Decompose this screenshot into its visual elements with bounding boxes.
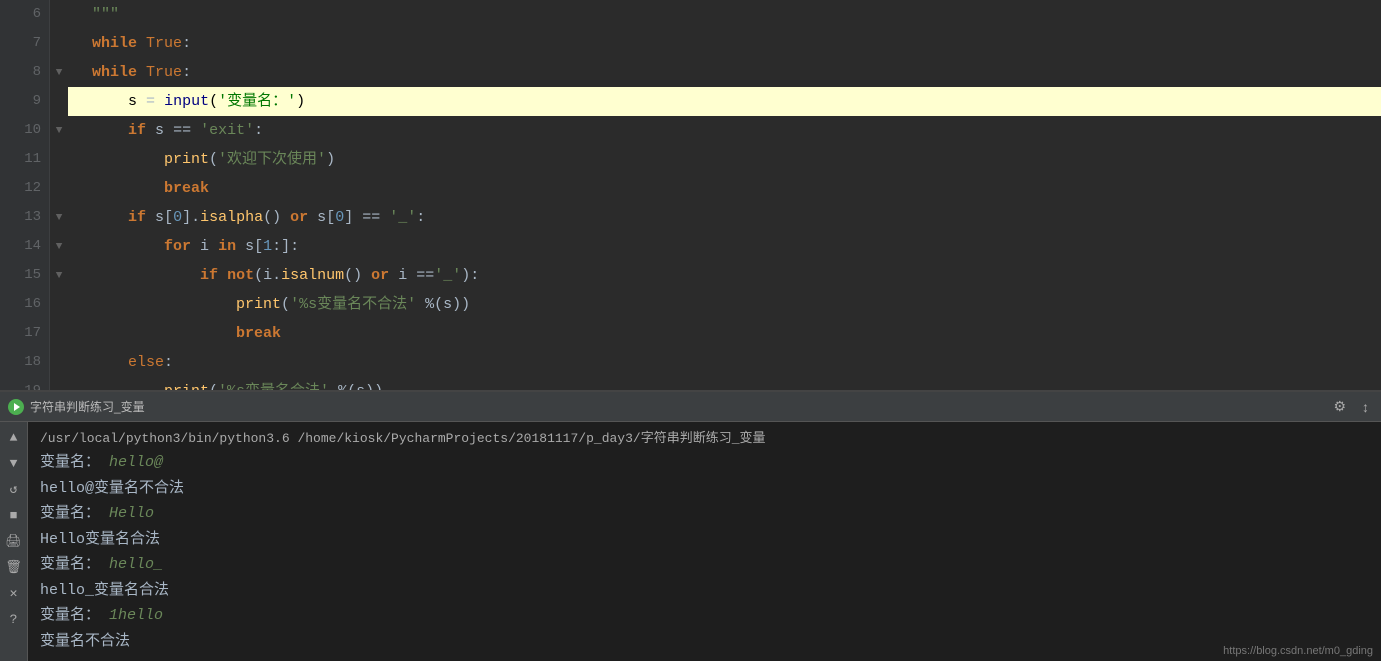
fold-gutter: ▼ bbox=[50, 261, 68, 290]
run-title: 字符串判断练习_变量 bbox=[30, 398, 145, 415]
line-number: 14 bbox=[0, 232, 50, 261]
code-line: 10▼ if s == 'exit': bbox=[0, 116, 1381, 145]
run-tab[interactable]: 字符串判断练习_变量 bbox=[8, 398, 145, 415]
stop-button[interactable]: ■ bbox=[3, 504, 25, 526]
line-content: print('%s变量名不合法' %(s)) bbox=[68, 290, 1381, 319]
watermark: https://blog.csdn.net/m0_gding bbox=[1223, 645, 1373, 657]
line-number: 6 bbox=[0, 0, 50, 29]
input-label: 变量名： bbox=[40, 607, 109, 624]
line-number: 8 bbox=[0, 58, 50, 87]
output-line: hello@变量名不合法 bbox=[40, 476, 1369, 502]
fold-gutter bbox=[50, 29, 68, 58]
code-line: 18 else: bbox=[0, 348, 1381, 377]
line-content: while True: bbox=[68, 58, 1381, 87]
line-number: 17 bbox=[0, 319, 50, 348]
run-output: /usr/local/python3/bin/python3.6 /home/k… bbox=[28, 422, 1381, 661]
line-number: 13 bbox=[0, 203, 50, 232]
input-value: Hello bbox=[109, 505, 154, 522]
line-content: print('%s变量名合法' %(s)) bbox=[68, 377, 1381, 390]
input-value: hello_ bbox=[109, 556, 163, 573]
code-line: 19 print('%s变量名合法' %(s)) bbox=[0, 377, 1381, 390]
input-value: hello@ bbox=[109, 454, 163, 471]
code-line: 11 print('欢迎下次使用') bbox=[0, 145, 1381, 174]
line-number: 7 bbox=[0, 29, 50, 58]
fold-gutter: ▼ bbox=[50, 116, 68, 145]
line-content: while True: bbox=[68, 29, 1381, 58]
line-number: 9 bbox=[0, 87, 50, 116]
line-content: break bbox=[68, 174, 1381, 203]
path-line: /usr/local/python3/bin/python3.6 /home/k… bbox=[40, 428, 1369, 450]
code-line: 16 print('%s变量名不合法' %(s)) bbox=[0, 290, 1381, 319]
code-line: 15▼ if not(i.isalnum() or i =='_'): bbox=[0, 261, 1381, 290]
line-number: 15 bbox=[0, 261, 50, 290]
code-line: 17 break bbox=[0, 319, 1381, 348]
fold-gutter bbox=[50, 174, 68, 203]
code-line: 7 while True: bbox=[0, 29, 1381, 58]
code-line: 8▼ while True: bbox=[0, 58, 1381, 87]
line-content: for i in s[1:]: bbox=[68, 232, 1381, 261]
line-content: break bbox=[68, 319, 1381, 348]
close-button[interactable]: ✕ bbox=[3, 582, 25, 604]
line-content: s = input('变量名：') bbox=[68, 87, 1381, 116]
output-line: Hello变量名合法 bbox=[40, 527, 1369, 553]
run-toolbar: 字符串判断练习_变量 ⚙ ↕ bbox=[0, 392, 1381, 422]
code-line: 9 s = input('变量名：') bbox=[0, 87, 1381, 116]
line-content: """ bbox=[68, 0, 1381, 29]
code-line: 6 """ bbox=[0, 0, 1381, 29]
output-lines: 变量名： hello@hello@变量名不合法变量名： HelloHello变量… bbox=[40, 450, 1369, 654]
line-number: 11 bbox=[0, 145, 50, 174]
editor-area: 6 """7 while True:8▼ while True:9 s = in… bbox=[0, 0, 1381, 390]
output-line: hello_变量名合法 bbox=[40, 578, 1369, 604]
run-sidebar: ▲ ▼ ↺ ■ 🖨 🗑 ✕ ? /usr/local/python3/bin/p… bbox=[0, 422, 1381, 661]
output-line: 变量名： 1hello bbox=[40, 603, 1369, 629]
line-number: 10 bbox=[0, 116, 50, 145]
collapse-button[interactable]: ↕ bbox=[1358, 397, 1373, 417]
code-line: 12 break bbox=[0, 174, 1381, 203]
line-content: print('欢迎下次使用') bbox=[68, 145, 1381, 174]
output-line: 变量名： Hello bbox=[40, 501, 1369, 527]
fold-gutter bbox=[50, 0, 68, 29]
input-label: 变量名： bbox=[40, 454, 109, 471]
delete-button[interactable]: 🗑 bbox=[3, 556, 25, 578]
scroll-down-button[interactable]: ▼ bbox=[3, 452, 25, 474]
scroll-up-button[interactable]: ▲ bbox=[3, 426, 25, 448]
line-content: if not(i.isalnum() or i =='_'): bbox=[68, 261, 1381, 290]
run-panel: 字符串判断练习_变量 ⚙ ↕ ▲ ▼ ↺ ■ 🖨 🗑 ✕ ? /usr/loca… bbox=[0, 390, 1381, 661]
input-label: 变量名： bbox=[40, 556, 109, 573]
fold-gutter bbox=[50, 145, 68, 174]
line-number: 19 bbox=[0, 377, 50, 390]
line-content: if s == 'exit': bbox=[68, 116, 1381, 145]
line-number: 16 bbox=[0, 290, 50, 319]
line-content: else: bbox=[68, 348, 1381, 377]
fold-gutter bbox=[50, 319, 68, 348]
run-side-buttons: ▲ ▼ ↺ ■ 🖨 🗑 ✕ ? bbox=[0, 422, 28, 661]
rerun-button[interactable]: ↺ bbox=[3, 478, 25, 500]
line-number: 12 bbox=[0, 174, 50, 203]
code-lines: 6 """7 while True:8▼ while True:9 s = in… bbox=[0, 0, 1381, 390]
fold-gutter bbox=[50, 377, 68, 390]
fold-gutter: ▼ bbox=[50, 232, 68, 261]
main-container: 6 """7 while True:8▼ while True:9 s = in… bbox=[0, 0, 1381, 661]
fold-gutter: ▼ bbox=[50, 203, 68, 232]
run-toolbar-right: ⚙ ↕ bbox=[1329, 396, 1373, 417]
fold-gutter bbox=[50, 348, 68, 377]
settings-button[interactable]: ⚙ bbox=[1329, 396, 1350, 417]
help-button[interactable]: ? bbox=[3, 608, 25, 630]
input-value: 1hello bbox=[109, 607, 163, 624]
code-line: 14▼ for i in s[1:]: bbox=[0, 232, 1381, 261]
output-line: 变量名不合法 bbox=[40, 629, 1369, 655]
code-line: 13▼ if s[0].isalpha() or s[0] == '_': bbox=[0, 203, 1381, 232]
fold-gutter bbox=[50, 290, 68, 319]
run-icon bbox=[8, 399, 24, 415]
input-label: 变量名： bbox=[40, 505, 109, 522]
line-number: 18 bbox=[0, 348, 50, 377]
output-line: 变量名： hello@ bbox=[40, 450, 1369, 476]
output-line: 变量名： hello_ bbox=[40, 552, 1369, 578]
line-content: if s[0].isalpha() or s[0] == '_': bbox=[68, 203, 1381, 232]
fold-gutter: ▼ bbox=[50, 58, 68, 87]
fold-gutter bbox=[50, 87, 68, 116]
print-button[interactable]: 🖨 bbox=[3, 530, 25, 552]
